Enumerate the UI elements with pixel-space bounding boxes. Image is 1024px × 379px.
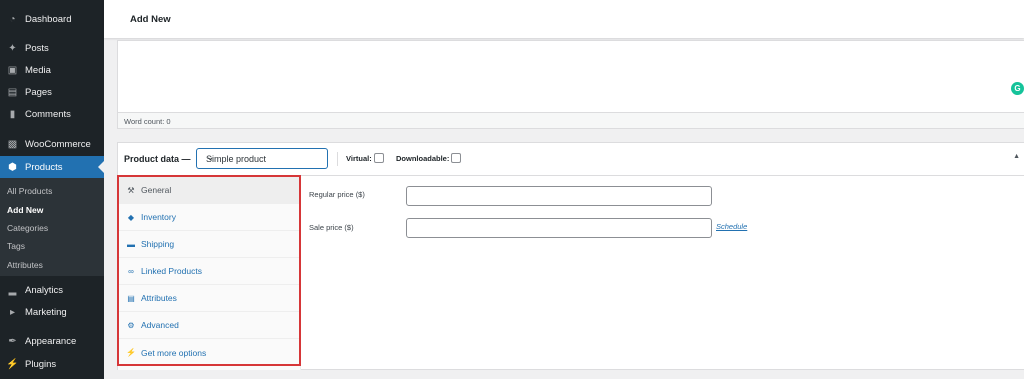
menu-plugins[interactable]: ⚡ Plugins xyxy=(0,353,104,375)
sale-price-input[interactable] xyxy=(406,218,712,238)
menu-analytics[interactable]: ▂ Analytics xyxy=(0,279,104,301)
tab-linked-products[interactable]: ∞ Linked Products xyxy=(118,258,301,285)
menu-pages[interactable]: ▤ Pages xyxy=(0,81,104,103)
menu-media[interactable]: ▣ Media xyxy=(0,59,104,81)
submenu-all-products[interactable]: All Products xyxy=(7,186,52,196)
divider xyxy=(337,152,338,166)
schedule-link[interactable]: Schedule xyxy=(716,222,747,231)
submenu-categories[interactable]: Categories xyxy=(7,223,48,233)
truck-icon: ▬ xyxy=(127,239,135,249)
downloadable-checkbox[interactable] xyxy=(451,153,461,163)
product-data-tabs: ⚒ General ◆ Inventory ▬ Shipping ∞ Linke… xyxy=(118,177,301,370)
menu-appearance[interactable]: ✒ Appearance xyxy=(0,330,104,352)
product-data-panel: Product data — Simple product ⌄ Virtual:… xyxy=(117,142,1024,370)
brush-icon: ✒ xyxy=(8,335,17,347)
woo-icon: ▩ xyxy=(7,138,18,150)
regular-price-input[interactable] xyxy=(406,186,712,206)
chevron-down-icon: ⌄ xyxy=(206,152,215,163)
word-count-bar: Word count: 0 xyxy=(117,113,1024,129)
admin-sidebar: ◔ Dashboard ✦ Posts ▣ Media ▤ Pages ▮ Co… xyxy=(0,0,104,379)
plug-icon: ⚡ xyxy=(126,348,136,357)
submenu-add-new[interactable]: Add New xyxy=(7,205,43,215)
tag-icon: ◆ xyxy=(127,212,135,222)
analytics-icon: ▂ xyxy=(8,284,17,296)
product-data-header: Product data — Simple product ⌄ Virtual:… xyxy=(118,143,1024,176)
sale-price-label: Sale price ($) xyxy=(309,223,354,232)
submenu-tags[interactable]: Tags xyxy=(7,241,25,251)
product-type-select[interactable]: Simple product ⌄ xyxy=(196,148,328,169)
menu-comments[interactable]: ▮ Comments xyxy=(0,103,104,125)
tab-inventory[interactable]: ◆ Inventory xyxy=(118,204,301,231)
table-icon: ▤ xyxy=(127,293,135,303)
regular-price-label: Regular price ($) xyxy=(309,190,365,199)
downloadable-label: Downloadable: xyxy=(396,154,450,163)
wrench-icon: ⚒ xyxy=(127,185,135,195)
menu-woocommerce[interactable]: ▩ WooCommerce xyxy=(0,133,104,155)
dashboard-icon: ◔ xyxy=(9,13,16,25)
virtual-label: Virtual: xyxy=(346,154,372,163)
products-submenu: All Products Add New Categories Tags Att… xyxy=(0,178,104,276)
gear-icon: ⚙ xyxy=(127,320,135,330)
tab-shipping[interactable]: ▬ Shipping xyxy=(118,231,301,258)
tab-get-more-options[interactable]: ⚡ Get more options xyxy=(118,339,301,366)
tab-general[interactable]: ⚒ General xyxy=(118,177,301,204)
product-data-label: Product data — xyxy=(124,154,191,164)
word-count: Word count: 0 xyxy=(124,117,171,126)
pages-icon: ▤ xyxy=(7,86,18,98)
products-icon: ⬢ xyxy=(8,161,17,173)
plug-icon: ⚡ xyxy=(6,358,19,370)
megaphone-icon: ▸ xyxy=(9,306,16,318)
comment-icon: ▮ xyxy=(9,108,16,120)
page-header: Add New xyxy=(104,0,1024,38)
tab-advanced[interactable]: ⚙ Advanced xyxy=(118,312,301,339)
content-editor[interactable] xyxy=(117,40,1024,113)
media-icon: ▣ xyxy=(7,64,18,76)
pin-icon: ✦ xyxy=(8,42,17,54)
menu-posts[interactable]: ✦ Posts xyxy=(0,37,104,59)
virtual-checkbox[interactable] xyxy=(374,153,384,163)
link-icon: ∞ xyxy=(128,266,134,276)
menu-marketing[interactable]: ▸ Marketing xyxy=(0,301,104,323)
grammarly-icon[interactable]: G xyxy=(1011,82,1024,95)
page-title: Add New xyxy=(130,14,171,25)
menu-dashboard[interactable]: ◔ Dashboard xyxy=(0,8,104,30)
tab-attributes[interactable]: ▤ Attributes xyxy=(118,285,301,312)
collapse-arrow-icon[interactable]: ▲ xyxy=(1013,153,1020,160)
menu-products[interactable]: ⬢ Products xyxy=(0,156,104,178)
submenu-attributes[interactable]: Attributes xyxy=(7,260,43,270)
